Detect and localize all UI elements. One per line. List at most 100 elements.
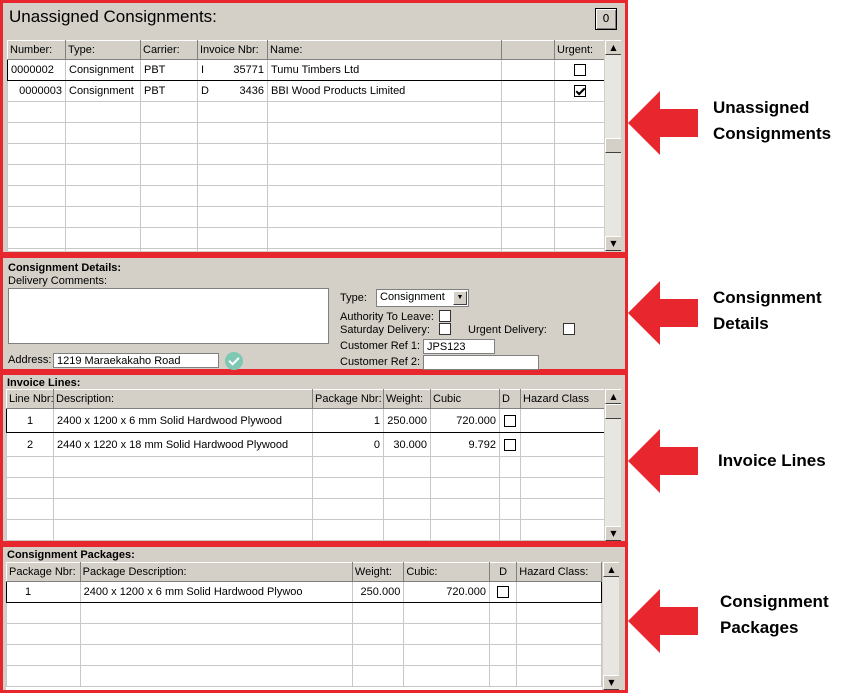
scroll-up-icon[interactable]: ▲	[605, 40, 621, 55]
col-line-nbr[interactable]: Line Nbr:	[6, 389, 54, 409]
urgent-checkbox[interactable]	[573, 64, 586, 77]
cell-d[interactable]	[499, 432, 521, 457]
scroll-thumb[interactable]	[605, 138, 621, 153]
type-select-value: Consignment	[380, 291, 445, 303]
type-select[interactable]: Consignment ▼	[376, 289, 469, 307]
d-checkbox[interactable]	[497, 586, 510, 599]
col-type[interactable]: Type:	[65, 40, 141, 60]
chevron-down-icon[interactable]: ▼	[453, 291, 467, 305]
col-package-nbr[interactable]: Package Nbr:	[6, 562, 81, 582]
col-weight[interactable]: Weight:	[351, 562, 405, 582]
cell-package[interactable]: 1	[6, 581, 81, 603]
cell-line[interactable]: 2	[6, 432, 54, 457]
cell-package[interactable]: 1	[312, 408, 384, 433]
scroll-down-icon[interactable]: ▼	[605, 236, 621, 251]
scroll-down-icon[interactable]: ▼	[605, 526, 621, 541]
ref1-input[interactable]: JPS123	[423, 339, 495, 354]
address-input[interactable]: 1219 Maraekakaho Road	[53, 353, 219, 368]
table-row[interactable]: 0000002 Consignment PBT I 35771 Tumu Timb…	[7, 59, 605, 81]
cell-description[interactable]: 2400 x 1200 x 6 mm Solid Hardwood Plywoo	[79, 581, 353, 603]
saturday-checkbox[interactable]	[439, 323, 451, 335]
col-d[interactable]: D	[489, 562, 518, 582]
table-row[interactable]: 1 2400 x 1200 x 6 mm Solid Hardwood Plyw…	[6, 581, 602, 603]
scroll-down-icon[interactable]: ▼	[603, 675, 619, 690]
cell-description[interactable]: 2400 x 1200 x 6 mm Solid Hardwood Plywoo…	[53, 408, 313, 433]
table-row	[7, 164, 605, 186]
cell-hazard[interactable]	[520, 432, 605, 457]
col-package-description[interactable]: Package Description:	[79, 562, 353, 582]
cell-weight[interactable]: 30.000	[383, 432, 431, 457]
cell-blank[interactable]	[501, 80, 555, 102]
cell-d[interactable]	[489, 581, 518, 603]
cell-number[interactable]: 0000003	[7, 80, 66, 102]
cell-name[interactable]: Tumu Timbers Ltd	[267, 59, 502, 81]
urgent-delivery-checkbox[interactable]	[563, 323, 575, 335]
authority-checkbox[interactable]	[439, 310, 451, 322]
vertical-scrollbar[interactable]: ▲ ▼	[604, 389, 621, 541]
scroll-thumb[interactable]	[605, 404, 621, 419]
urgent-checkbox[interactable]	[573, 85, 586, 98]
col-invoice-nbr[interactable]: Invoice Nbr:	[197, 40, 268, 60]
cell-cubic[interactable]: 9.792	[430, 432, 500, 457]
col-name[interactable]: Name:	[267, 40, 502, 60]
table-row	[7, 248, 605, 251]
cell-number[interactable]: 0000002	[7, 59, 66, 81]
cell-urgent[interactable]	[554, 59, 605, 81]
col-hazard-class[interactable]: Hazard Class:	[516, 562, 602, 582]
table-row	[6, 477, 605, 499]
cell-carrier[interactable]: PBT	[140, 59, 198, 81]
cell-description[interactable]: 2440 x 1220 x 18 mm Solid Hardwood Plywo…	[53, 432, 313, 457]
table-row[interactable]: 0000003 Consignment PBT D 3436 BBI Wood P…	[7, 80, 605, 102]
table-row	[6, 456, 605, 478]
invoice-prefix: D	[201, 85, 209, 97]
col-carrier[interactable]: Carrier:	[140, 40, 198, 60]
cell-type[interactable]: Consignment	[65, 59, 141, 81]
packages-grid[interactable]: Package Nbr: Package Description: Weight…	[6, 562, 619, 690]
col-cubic[interactable]: Cubic:	[403, 562, 491, 582]
d-checkbox[interactable]	[504, 438, 516, 451]
col-weight[interactable]: Weight:	[383, 389, 431, 409]
cell-d[interactable]	[499, 408, 521, 433]
table-row[interactable]: 2 2440 x 1220 x 18 mm Solid Hardwood Ply…	[6, 432, 605, 457]
col-description[interactable]: Description:	[53, 389, 313, 409]
cell-carrier[interactable]: PBT	[140, 80, 198, 102]
cell-blank[interactable]	[501, 59, 555, 81]
cell-name[interactable]: BBI Wood Products Limited	[267, 80, 502, 102]
col-hazard-class[interactable]: Hazard Class	[520, 389, 605, 409]
col-cubic[interactable]: Cubic	[430, 389, 500, 409]
cell-invoice[interactable]: I 35771	[197, 59, 268, 81]
scroll-up-icon[interactable]: ▲	[605, 389, 621, 404]
invoice-lines-title: Invoice Lines:	[7, 377, 81, 389]
col-number[interactable]: Number:	[7, 40, 66, 60]
col-package-nbr[interactable]: Package Nbr:	[312, 389, 384, 409]
callout-line: Invoice Lines	[718, 451, 826, 470]
count-button[interactable]: 0	[595, 8, 617, 30]
unassigned-grid[interactable]: Number: Type: Carrier: Invoice Nbr: Name…	[7, 40, 621, 251]
cell-type[interactable]: Consignment	[65, 80, 141, 102]
ref2-input[interactable]	[423, 355, 539, 370]
cell-hazard[interactable]	[516, 581, 602, 603]
cell-cubic[interactable]: 720.000	[430, 408, 500, 433]
callout-invoice-lines: Invoice Lines	[718, 448, 826, 474]
invoice-lines-grid[interactable]: Line Nbr: Description: Package Nbr: Weig…	[6, 389, 621, 541]
col-urgent[interactable]: Urgent:	[554, 40, 605, 60]
vertical-scrollbar[interactable]: ▲ ▼	[602, 562, 619, 690]
cell-urgent[interactable]	[554, 80, 605, 102]
cell-hazard[interactable]	[520, 408, 605, 433]
delivery-comments-textarea[interactable]	[8, 288, 329, 344]
cell-package[interactable]: 0	[312, 432, 384, 457]
scroll-up-icon[interactable]: ▲	[603, 562, 619, 577]
table-row	[6, 602, 602, 624]
cell-weight[interactable]: 250.000	[383, 408, 431, 433]
table-row[interactable]: 1 2400 x 1200 x 6 mm Solid Hardwood Plyw…	[6, 408, 605, 433]
cell-line[interactable]: 1	[6, 408, 54, 433]
callout-packages: Consignment Packages	[720, 589, 829, 641]
d-checkbox[interactable]	[504, 414, 516, 427]
vertical-scrollbar[interactable]: ▲ ▼	[604, 40, 621, 251]
cell-invoice[interactable]: D 3436	[197, 80, 268, 102]
col-blank[interactable]	[501, 40, 555, 60]
cell-weight[interactable]: 250.000	[351, 581, 405, 603]
col-d[interactable]: D	[499, 389, 521, 409]
callout-line: Details	[713, 314, 769, 333]
cell-cubic[interactable]: 720.000	[403, 581, 491, 603]
